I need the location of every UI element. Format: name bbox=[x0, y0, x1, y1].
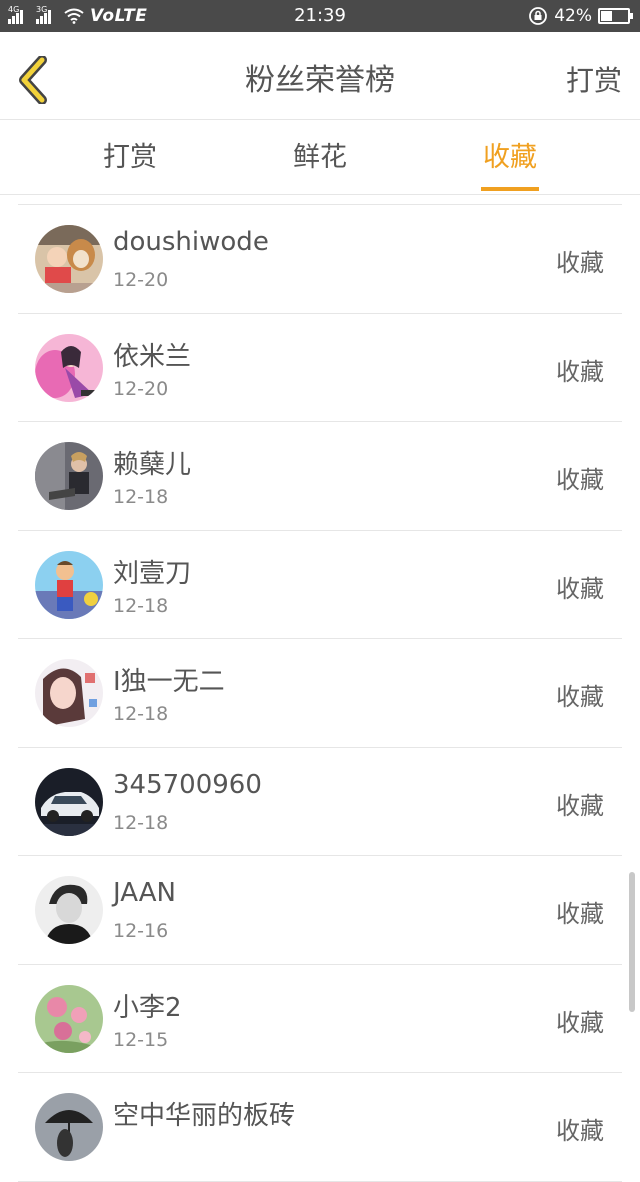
pink-anime-girl-icon[interactable] bbox=[35, 333, 103, 402]
list-item-type: 收藏 bbox=[556, 574, 604, 603]
bw-portrait-icon[interactable] bbox=[35, 876, 103, 944]
tab-bar: 打赏 鲜花 收藏 bbox=[0, 121, 640, 195]
scrollbar[interactable] bbox=[629, 872, 635, 1012]
umbrella-silhouette-icon[interactable] bbox=[35, 1093, 103, 1161]
battery-icon bbox=[598, 8, 633, 24]
list-item-name: 刘壹刀 bbox=[113, 558, 192, 589]
tab-active-indicator bbox=[481, 187, 539, 191]
list-item[interactable]: 345700960 12-18 收藏 bbox=[18, 748, 622, 856]
list-item-date: 12-16 bbox=[113, 920, 169, 942]
list-item-date: 12-18 bbox=[113, 486, 169, 508]
list-item-type: 收藏 bbox=[556, 249, 604, 277]
list-item-name: JAAN bbox=[113, 878, 176, 908]
list-item-name: doushiwode bbox=[113, 227, 269, 257]
list-item-date: 12-15 bbox=[113, 1028, 169, 1051]
list-item-type: 收藏 bbox=[556, 791, 604, 820]
person-sitting-photo-icon[interactable] bbox=[35, 442, 103, 510]
tip-button[interactable]: 打赏 bbox=[566, 32, 622, 120]
girl-portrait-icon[interactable] bbox=[35, 659, 103, 727]
list-item-type: 收藏 bbox=[556, 683, 604, 711]
list-item-type: 收藏 bbox=[556, 1117, 604, 1145]
fan-list[interactable]: doushiwode 12-20 收藏 依米兰 12-20 收藏 赖蘖儿 12-… bbox=[18, 204, 622, 1182]
tab-flowers[interactable]: 鲜花 bbox=[240, 121, 400, 195]
list-item[interactable]: doushiwode 12-20 收藏 bbox=[18, 205, 622, 314]
pink-flowers-icon[interactable] bbox=[35, 984, 103, 1053]
rotation-lock-icon bbox=[529, 7, 548, 25]
tab-favorites[interactable]: 收藏 bbox=[430, 121, 590, 195]
list-item-name: I独一无二 bbox=[113, 667, 225, 697]
battery-percent: 42% bbox=[554, 6, 592, 26]
status-right: 42% bbox=[528, 0, 633, 32]
list-item[interactable]: 依米兰 12-20 收藏 bbox=[18, 314, 622, 422]
cartoon-hero-icon[interactable] bbox=[35, 550, 103, 619]
list-item-date: 12-18 bbox=[113, 703, 169, 725]
list-item-date: 12-20 bbox=[113, 377, 169, 400]
list-item-type: 收藏 bbox=[556, 900, 604, 928]
list-item-name: 345700960 bbox=[113, 769, 262, 800]
header: 粉丝荣誉榜 打赏 bbox=[0, 32, 640, 120]
list-item[interactable]: 刘壹刀 12-18 收藏 bbox=[18, 531, 622, 639]
tab-flowers-label: 鲜花 bbox=[293, 142, 347, 173]
list-item-name: 空中华丽的板砖 bbox=[113, 1101, 296, 1131]
list-item-date: 12-18 bbox=[113, 811, 169, 834]
list-item-type: 收藏 bbox=[556, 1008, 604, 1037]
list-item-type: 收藏 bbox=[556, 466, 604, 494]
page-title: 粉丝荣誉榜 bbox=[245, 63, 395, 98]
list-item-name: 依米兰 bbox=[113, 341, 192, 372]
white-car-icon[interactable] bbox=[35, 767, 103, 836]
list-item-name: 小李2 bbox=[113, 992, 182, 1023]
list-item[interactable]: 空中华丽的板砖 收藏 bbox=[18, 1073, 622, 1182]
list-item[interactable]: 小李2 12-15 收藏 bbox=[18, 965, 622, 1073]
list-item-name: 赖蘖儿 bbox=[113, 450, 192, 480]
list-item-date: 12-20 bbox=[113, 269, 169, 291]
status-bar: 4G 3G VoLTE 21:39 42% bbox=[0, 0, 640, 32]
list-item-date: 12-18 bbox=[113, 594, 169, 617]
list-item-type: 收藏 bbox=[556, 357, 604, 386]
child-dog-photo-icon[interactable] bbox=[35, 225, 103, 293]
list-item[interactable]: 赖蘖儿 12-18 收藏 bbox=[18, 422, 622, 531]
list-item[interactable]: JAAN 12-16 收藏 bbox=[18, 856, 622, 965]
tab-tip-label: 打赏 bbox=[103, 142, 157, 173]
tab-favorites-label: 收藏 bbox=[483, 142, 537, 173]
list-item[interactable]: I独一无二 12-18 收藏 bbox=[18, 639, 622, 748]
tab-tip[interactable]: 打赏 bbox=[50, 121, 210, 195]
